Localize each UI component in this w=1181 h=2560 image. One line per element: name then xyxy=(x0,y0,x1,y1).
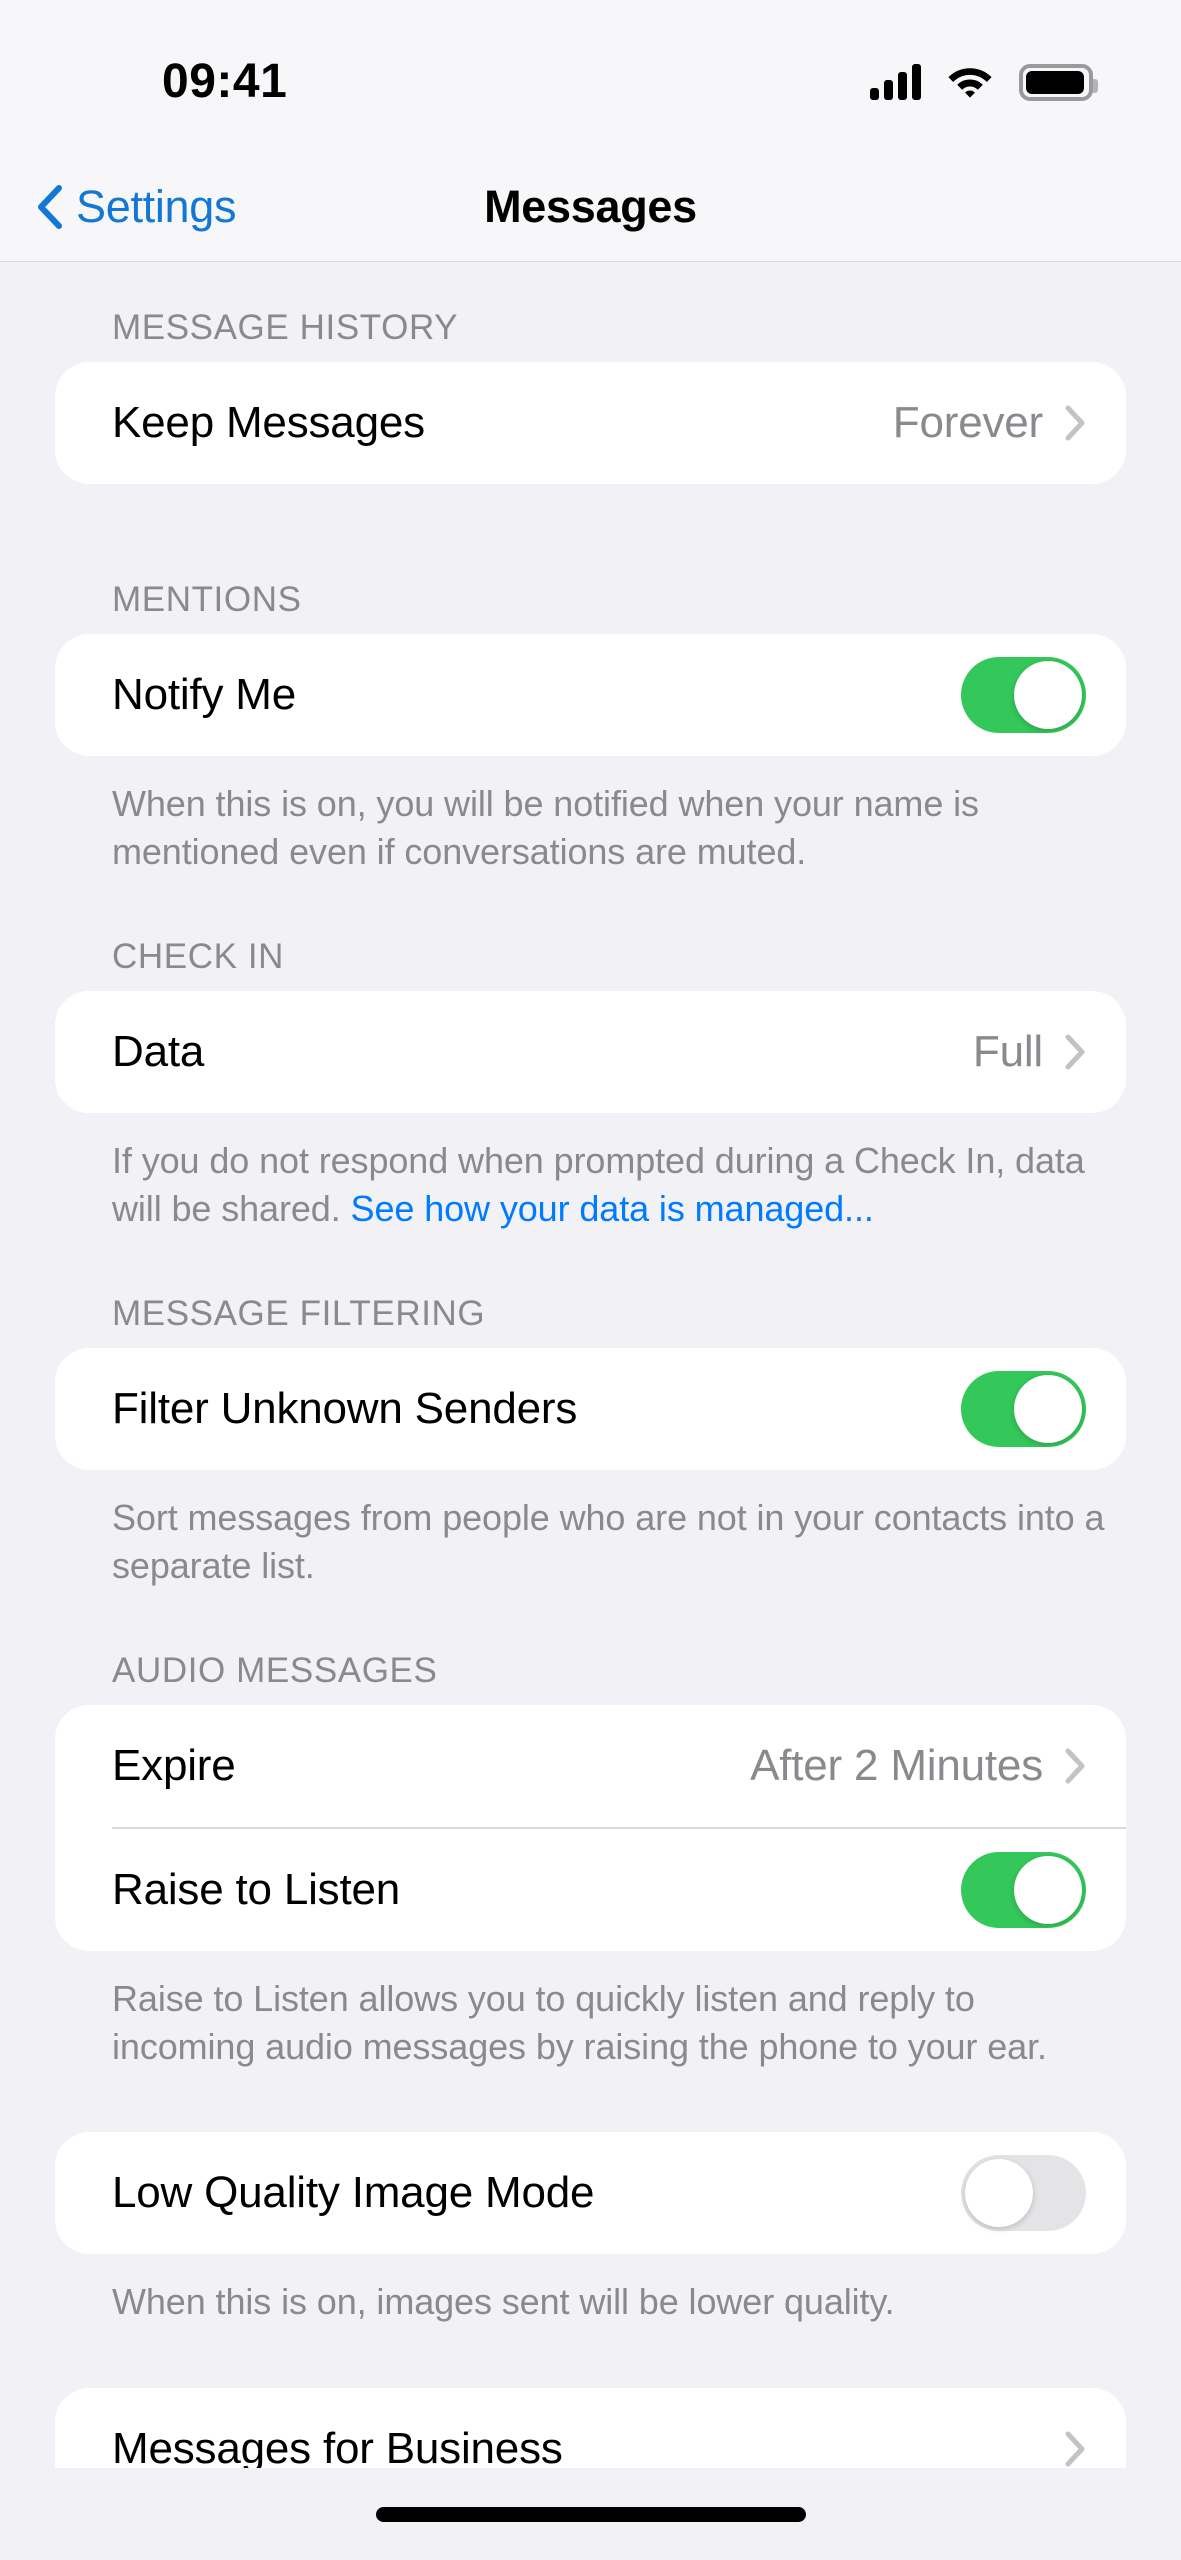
row-label: Data xyxy=(112,1027,205,1077)
chevron-right-icon xyxy=(1065,1034,1085,1070)
row-label: Notify Me xyxy=(112,670,297,719)
card-mentions: Notify Me xyxy=(55,634,1126,756)
section-header-mentions: MENTIONS xyxy=(112,580,302,619)
toggle-raise-to-listen[interactable] xyxy=(961,1852,1086,1929)
chevron-left-icon xyxy=(38,184,62,229)
battery-icon xyxy=(1019,63,1098,101)
row-label: Low Quality Image Mode xyxy=(112,2168,595,2218)
chevron-right-icon xyxy=(1065,1748,1085,1784)
status-bar: 09:41 xyxy=(0,0,1181,152)
section-mentions: MENTIONS Notify Me When this is on, you … xyxy=(0,580,1181,875)
section-header-check-in: CHECK IN xyxy=(112,937,285,977)
section-header-audio-messages: AUDIO MESSAGES xyxy=(112,1651,438,1691)
row-value: After 2 Minutes xyxy=(750,1741,1043,1791)
row-label: Expire xyxy=(112,1741,236,1791)
chevron-right-icon xyxy=(1065,2431,1085,2467)
section-message-history: MESSAGE HISTORY Keep Messages Forever xyxy=(0,308,1181,484)
home-indicator[interactable] xyxy=(375,2506,806,2522)
row-low-quality-image-mode[interactable]: Low Quality Image Mode xyxy=(55,2132,1126,2254)
status-bar-icons xyxy=(870,63,1098,101)
cellular-signal-icon xyxy=(870,64,921,100)
row-data[interactable]: Data Full xyxy=(55,991,1126,1113)
row-keep-messages[interactable]: Keep Messages Forever xyxy=(55,362,1126,484)
row-label: Raise to Listen xyxy=(112,1865,401,1915)
toggle-filter-unknown-senders[interactable] xyxy=(961,1371,1086,1448)
section-messages-for-business: Messages for Business xyxy=(0,2387,1181,2468)
row-raise-to-listen[interactable]: Raise to Listen xyxy=(55,1829,1126,1951)
footer-audio-messages: Raise to Listen allows you to quickly li… xyxy=(112,1978,1047,2067)
row-expire[interactable]: Expire After 2 Minutes xyxy=(55,1705,1126,1827)
back-button-label: Settings xyxy=(76,180,237,232)
card-low-quality-image-mode: Low Quality Image Mode xyxy=(55,2132,1126,2255)
data-management-link[interactable]: See how your data is managed... xyxy=(351,1188,874,1229)
card-check-in: Data Full xyxy=(55,991,1126,1114)
section-check-in: CHECK IN Data Full If you do not respond… xyxy=(0,937,1181,1232)
toggle-low-quality-image-mode[interactable] xyxy=(961,2155,1086,2232)
row-filter-unknown-senders[interactable]: Filter Unknown Senders xyxy=(55,1348,1126,1470)
footer-message-filtering: Sort messages from people who are not in… xyxy=(112,1497,1105,1586)
row-label: Keep Messages xyxy=(112,398,425,447)
section-header-message-history: MESSAGE HISTORY xyxy=(112,308,459,347)
back-button-settings[interactable]: Settings xyxy=(36,180,237,233)
row-notify-me[interactable]: Notify Me xyxy=(55,634,1126,756)
row-value: Forever xyxy=(892,398,1043,447)
card-message-filtering: Filter Unknown Senders xyxy=(55,1348,1126,1471)
row-label: Filter Unknown Senders xyxy=(112,1384,578,1434)
row-label: Messages for Business xyxy=(112,2423,563,2468)
home-indicator-area xyxy=(0,2468,1181,2560)
section-audio-messages: AUDIO MESSAGES Expire After 2 Minutes Ra… xyxy=(0,1651,1181,2070)
row-messages-for-business[interactable]: Messages for Business xyxy=(55,2388,1126,2468)
row-value: Full xyxy=(972,1027,1043,1077)
footer-mentions: When this is on, you will be notified wh… xyxy=(112,783,979,872)
settings-list[interactable]: MESSAGE HISTORY Keep Messages Forever ME… xyxy=(0,262,1181,2468)
chevron-right-icon xyxy=(1065,405,1085,441)
section-message-filtering: MESSAGE FILTERING Filter Unknown Senders… xyxy=(0,1294,1181,1589)
iphone-settings-screen: 09:41 Settings Messages MESSAGE HISTORY … xyxy=(0,0,1181,2560)
navigation-bar: Settings Messages xyxy=(0,152,1181,262)
toggle-notify-me[interactable] xyxy=(961,657,1086,733)
card-messages-for-business: Messages for Business xyxy=(55,2387,1126,2468)
wifi-icon xyxy=(948,68,992,98)
status-bar-clock: 09:41 xyxy=(162,54,288,108)
section-header-message-filtering: MESSAGE FILTERING xyxy=(112,1294,486,1334)
footer-low-quality-image-mode: When this is on, images sent will be low… xyxy=(112,2281,895,2323)
footer-check-in: If you do not respond when prompted duri… xyxy=(0,1113,1181,1232)
card-audio-messages: Expire After 2 Minutes Raise to Listen xyxy=(55,1705,1126,1952)
section-low-quality-image-mode: Low Quality Image Mode When this is on, … xyxy=(0,2132,1181,2326)
card-message-history: Keep Messages Forever xyxy=(55,362,1126,484)
